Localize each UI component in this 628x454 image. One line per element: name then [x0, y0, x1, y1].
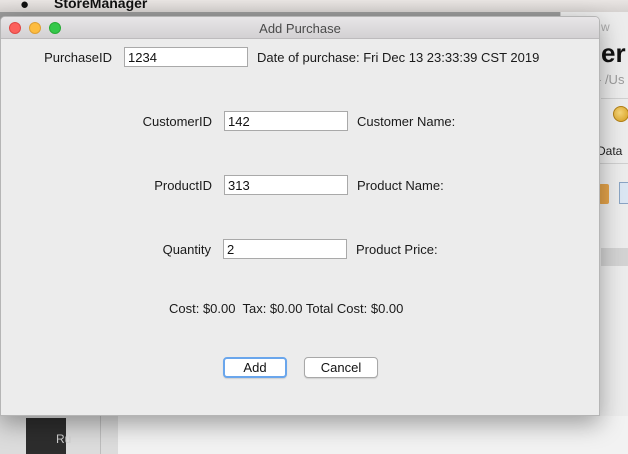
- add-button[interactable]: Add: [223, 357, 287, 378]
- customer-id-field[interactable]: [224, 111, 348, 131]
- purchase-id-field[interactable]: [124, 47, 248, 67]
- customer-name-label: Customer Name:: [357, 114, 456, 129]
- app-menu-name[interactable]: StoreManager: [54, 0, 147, 11]
- menu-bar: ● StoreManager: [0, 0, 628, 12]
- dialog-title-bar[interactable]: Add Purchase: [1, 17, 599, 39]
- tab-data[interactable]: Data: [597, 144, 622, 158]
- customer-id-label: CustomerID: [142, 114, 212, 129]
- cost-summary-text: Cost: $0.00 Tax: $0.00 Total Cost: $0.00: [169, 301, 404, 316]
- background-window-heading: er: [601, 38, 626, 68]
- background-divider: [100, 416, 101, 454]
- quantity-field[interactable]: [223, 239, 347, 259]
- cancel-button[interactable]: Cancel: [304, 357, 378, 378]
- apple-menu-icon[interactable]: ●: [20, 0, 29, 12]
- quantity-label: Quantity: [162, 242, 211, 257]
- database-icon[interactable]: [599, 184, 609, 204]
- background-sidebar-text: Ru: [56, 432, 72, 446]
- run-icon[interactable]: [613, 106, 628, 122]
- document-icon[interactable]: [619, 182, 628, 204]
- product-name-label: Product Name:: [357, 178, 444, 193]
- background-strip: [601, 248, 628, 266]
- background-window-path: - /Us: [597, 72, 625, 87]
- date-of-purchase-text: Date of purchase: Fri Dec 13 23:33:39 CS…: [257, 50, 540, 65]
- product-id-field[interactable]: [224, 175, 348, 195]
- background-content: [118, 416, 628, 454]
- purchase-id-label: PurchaseID: [44, 50, 112, 65]
- add-purchase-dialog: Add Purchase PurchaseID Date of purchase…: [0, 16, 600, 416]
- dialog-title: Add Purchase: [259, 21, 341, 36]
- product-id-label: ProductID: [154, 178, 212, 193]
- background-window-title: w: [601, 20, 610, 34]
- product-price-label: Product Price:: [356, 242, 438, 257]
